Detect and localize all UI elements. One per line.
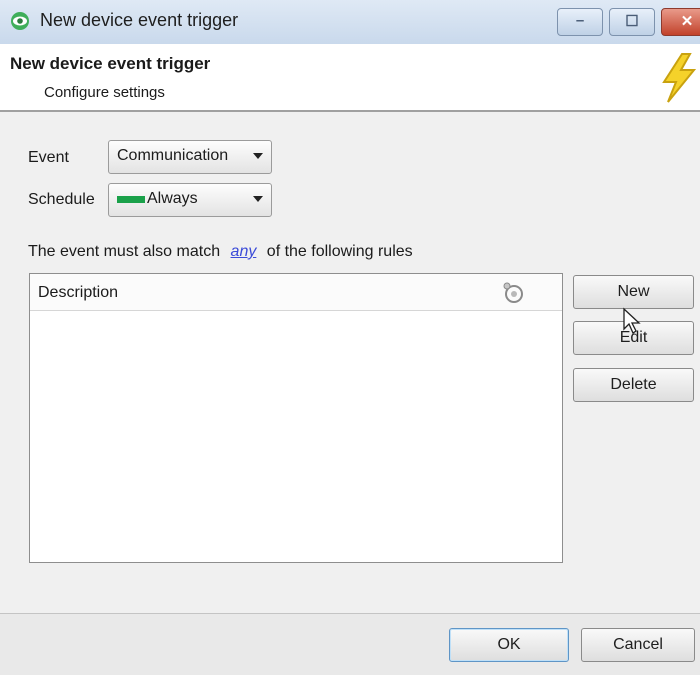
column-header-description[interactable]: Description: [38, 284, 118, 302]
cancel-button[interactable]: Cancel: [581, 628, 695, 662]
close-icon: ✕: [680, 13, 694, 30]
event-dropdown[interactable]: Communication: [108, 140, 272, 174]
event-label: Event: [28, 149, 69, 166]
eye-icon: [11, 12, 29, 30]
minimize-button[interactable]: –: [557, 8, 603, 36]
maximize-icon: ☐: [625, 13, 639, 30]
chevron-down-icon: [253, 196, 263, 202]
schedule-dropdown[interactable]: Always: [108, 183, 272, 217]
schedule-label: Schedule: [28, 191, 95, 208]
chevron-down-icon: [253, 153, 263, 159]
rules-list[interactable]: Description: [29, 273, 563, 563]
dialog-footer: OK Cancel: [0, 614, 700, 675]
new-rule-button[interactable]: New: [573, 275, 694, 309]
schedule-color-swatch: [117, 196, 145, 203]
mouse-pointer-icon: [623, 307, 641, 334]
title-bar[interactable]: New device event trigger – ☐ ✕: [0, 0, 700, 45]
rules-list-header: Description: [30, 274, 562, 311]
schedule-dropdown-value: Always: [147, 190, 198, 207]
window-title: New device event trigger: [40, 10, 239, 30]
rules-suffix: of the following rules: [266, 243, 413, 260]
match-mode-link[interactable]: any: [231, 243, 257, 260]
gear-settings-icon[interactable]: [500, 280, 526, 306]
delete-rule-button[interactable]: Delete: [573, 368, 694, 402]
ok-button[interactable]: OK: [449, 628, 569, 662]
dialog-header: New device event trigger Configure setti…: [0, 44, 700, 112]
dialog-window: New device event trigger – ☐ ✕ New devic…: [0, 0, 700, 675]
rules-prefix: The event must also match: [28, 243, 221, 260]
close-button[interactable]: ✕: [661, 8, 700, 36]
maximize-button[interactable]: ☐: [609, 8, 655, 36]
rules-description: The event must also match any of the fol…: [28, 243, 413, 261]
header-title: New device event trigger: [10, 54, 211, 73]
lightning-bolt-icon: [662, 53, 697, 103]
event-dropdown-value: Communication: [117, 147, 229, 164]
header-subtitle: Configure settings: [44, 84, 165, 101]
minimize-icon: –: [575, 12, 585, 29]
